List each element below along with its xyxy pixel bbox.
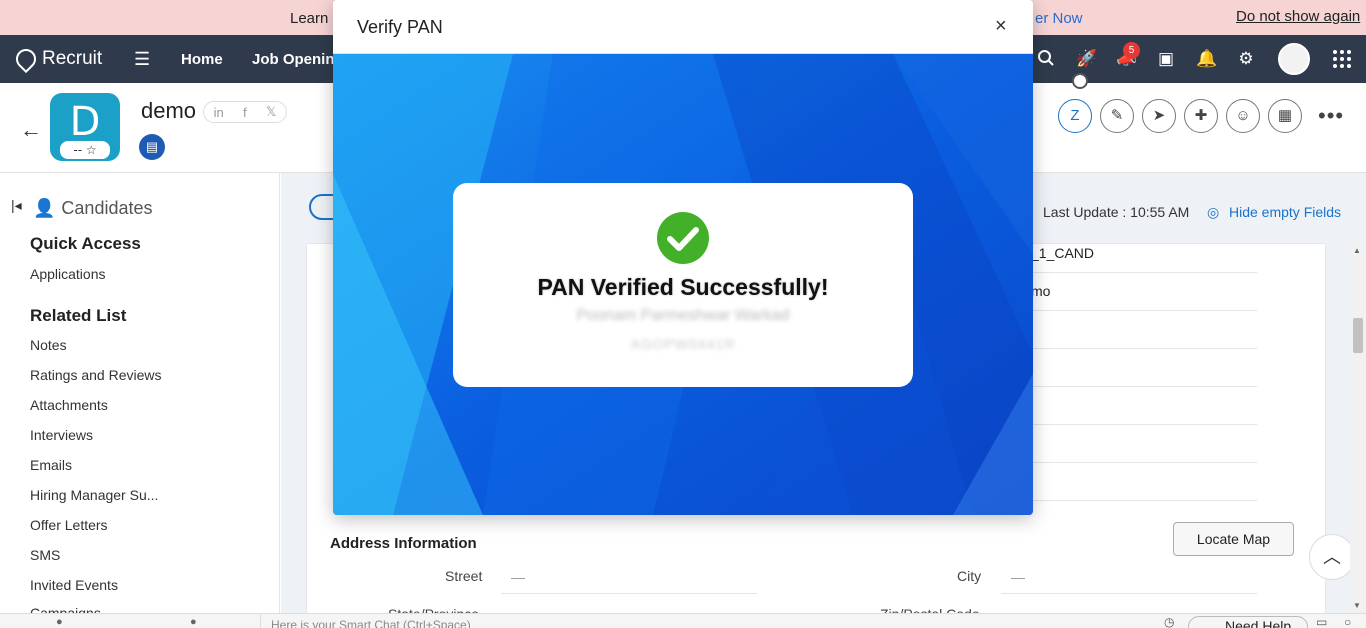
- verify-pan-dialog: Verify PAN × PAN Verified Successfully! …: [333, 0, 1033, 515]
- dialog-title: Verify PAN: [357, 17, 443, 37]
- check-circle-icon: [657, 212, 709, 264]
- dialog-body: PAN Verified Successfully! Poonam Parmes…: [333, 54, 1033, 515]
- success-message: PAN Verified Successfully!: [537, 274, 829, 300]
- dialog-header: Verify PAN ×: [333, 0, 1033, 54]
- pan-holder-name: Poonam Parmeshwar Warkad: [576, 307, 790, 324]
- modal-overlay: Verify PAN × PAN Verified Successfully! …: [0, 0, 1366, 628]
- pan-number: AGOPW0441R: [630, 336, 736, 352]
- success-card: PAN Verified Successfully! Poonam Parmes…: [453, 183, 913, 387]
- close-icon[interactable]: ×: [995, 15, 1007, 38]
- cursor-indicator: [1072, 73, 1088, 89]
